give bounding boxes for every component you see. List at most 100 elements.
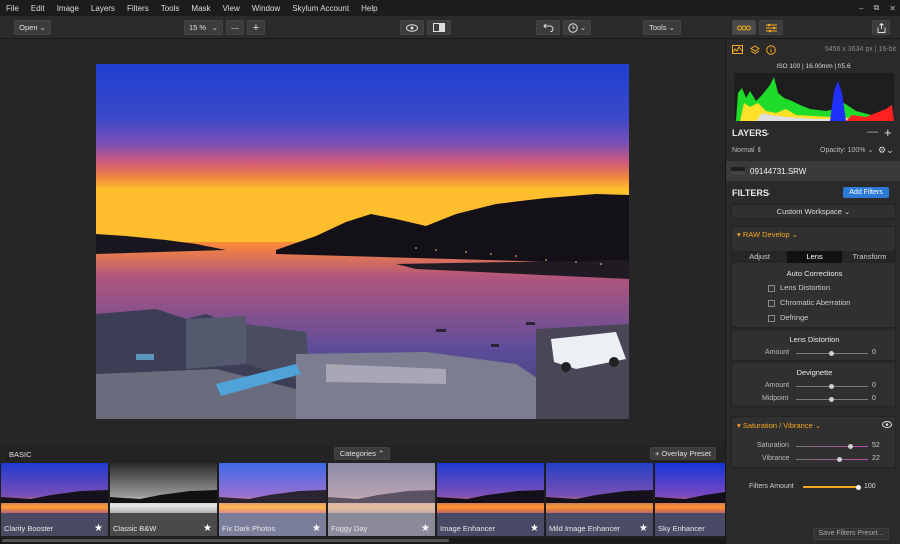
gear-icon[interactable]: ⚙⌄ xyxy=(878,145,894,156)
saturation-vibrance-header[interactable]: ▾ Saturation / Vibrance ⌄ xyxy=(737,421,821,430)
checkbox-icon[interactable] xyxy=(768,284,775,292)
slider-knob[interactable] xyxy=(829,397,834,402)
vibrance-slider[interactable] xyxy=(796,459,868,460)
preset-scrollbar[interactable] xyxy=(0,538,725,544)
saturation-slider[interactable] xyxy=(796,446,868,447)
menu-skylum-account[interactable]: Skylum Account xyxy=(286,4,355,13)
menu-image[interactable]: Image xyxy=(51,4,85,13)
chevron-down-icon[interactable]: ⌄ xyxy=(765,188,772,197)
chevron-up-icon: ⌃ xyxy=(377,449,385,458)
chevron-down-icon[interactable]: ⌄ xyxy=(764,128,771,137)
raw-develop-header[interactable]: ▾ RAW Develop ⌄ xyxy=(737,230,798,239)
zoom-value: 15 % xyxy=(189,23,207,32)
star-icon[interactable]: ★ xyxy=(312,523,321,534)
star-icon[interactable]: ★ xyxy=(421,523,430,534)
menu-window[interactable]: Window xyxy=(246,4,286,13)
menu-tools[interactable]: Tools xyxy=(155,4,186,13)
chevron-down-icon: ⌄ xyxy=(579,23,587,32)
tools-button[interactable]: Tools ⌄ xyxy=(643,20,681,35)
tab-adjust[interactable]: Adjust xyxy=(732,251,787,263)
slider-knob[interactable] xyxy=(837,457,843,462)
overlay-preset-button[interactable]: + Overlay Preset xyxy=(650,447,716,460)
info-icon[interactable] xyxy=(766,45,776,55)
slider-knob[interactable] xyxy=(829,351,834,356)
blend-mode-select[interactable]: Normal ⇕ xyxy=(732,146,762,154)
restore-icon[interactable]: ⧉ xyxy=(874,3,880,13)
sunset-harbor-photo xyxy=(96,64,629,419)
layers-stack-icon[interactable] xyxy=(750,45,760,55)
presets-panel-button[interactable] xyxy=(732,20,756,35)
histogram-icon[interactable] xyxy=(732,45,743,54)
opacity-value: Opacity: 100% xyxy=(820,147,866,154)
preview-eye-button[interactable] xyxy=(400,20,424,35)
menu-filters[interactable]: Filters xyxy=(121,4,155,13)
raw-develop-tabs: Adjust Lens Transform xyxy=(732,251,897,263)
edit-panel-button[interactable] xyxy=(759,20,783,35)
minimize-icon[interactable]: – xyxy=(859,4,863,13)
layer-item[interactable]: 09144731.SRW xyxy=(726,161,900,181)
image-canvas[interactable] xyxy=(0,40,725,444)
open-button[interactable]: Open ⌄ xyxy=(14,20,51,35)
layer-file-name: 09144731.SRW xyxy=(750,167,807,176)
saturation-label: Saturation xyxy=(757,442,789,449)
lens-distortion-checkbox[interactable]: Lens Distortion xyxy=(768,283,830,292)
history-button[interactable]: ⌄ xyxy=(563,20,591,35)
zoom-in-button[interactable]: + xyxy=(247,20,265,35)
undo-button[interactable] xyxy=(536,20,560,35)
slider-knob[interactable] xyxy=(829,384,834,389)
sliders-icon xyxy=(765,23,777,32)
menu-mask[interactable]: Mask xyxy=(185,4,216,13)
menu-layers[interactable]: Layers xyxy=(85,4,121,13)
tab-transform[interactable]: Transform xyxy=(842,251,897,263)
star-icon[interactable]: ★ xyxy=(203,523,212,534)
eye-icon xyxy=(406,23,418,32)
preset-label: Foggy Day xyxy=(331,524,368,533)
slider-knob[interactable] xyxy=(855,485,861,490)
close-icon[interactable]: ✕ xyxy=(889,4,896,13)
compare-button[interactable] xyxy=(427,20,451,35)
checkbox-icon[interactable] xyxy=(768,314,775,322)
tab-lens[interactable]: Lens xyxy=(787,251,842,263)
chromatic-aberration-checkbox[interactable]: Chromatic Aberration xyxy=(768,298,850,307)
menu-help[interactable]: Help xyxy=(355,4,383,13)
filters-amount-value: 100 xyxy=(864,483,876,490)
histogram-header: 5456 x 3634 px | 16-bit xyxy=(726,43,900,57)
menu-view[interactable]: View xyxy=(217,4,246,13)
star-icon[interactable]: ★ xyxy=(530,523,539,534)
star-icon[interactable]: ★ xyxy=(639,523,648,534)
menu-file[interactable]: File xyxy=(0,4,25,13)
workspace-select[interactable]: Custom Workspace ⌄ xyxy=(731,204,896,219)
zoom-select[interactable]: 15 % ⌄ xyxy=(184,20,223,35)
preset-sky-enhancer[interactable]: Sky Enhancer xyxy=(655,463,725,536)
share-icon xyxy=(877,22,885,33)
preset-clarity-booster[interactable]: Clarity Booster ★ xyxy=(1,463,108,536)
layers-title[interactable]: LAYERS xyxy=(732,128,768,138)
save-filters-preset-button[interactable]: Save Filters Preset... xyxy=(813,528,889,540)
preset-foggy-day[interactable]: Foggy Day ★ xyxy=(328,463,435,536)
devignette-section: Devignette Amount 0 Midpoint 0 xyxy=(731,362,896,407)
chevron-down-icon: ⌄ xyxy=(39,23,46,32)
layers-header: LAYERS ⌄ — + xyxy=(726,125,900,140)
menu-edit[interactable]: Edit xyxy=(25,4,51,13)
clock-icon xyxy=(568,22,578,33)
add-layer-icon[interactable]: + xyxy=(884,125,892,140)
filters-title[interactable]: FILTERS xyxy=(732,188,769,198)
checkbox-icon[interactable] xyxy=(768,299,775,307)
preset-mild-image-enhancer[interactable]: Mild Image Enhancer ★ xyxy=(546,463,653,536)
zoom-out-button[interactable]: — xyxy=(226,20,244,35)
remove-layer-icon[interactable]: — xyxy=(867,126,878,138)
preset-classic-bw[interactable]: Classic B&W ★ xyxy=(110,463,217,536)
preset-fix-dark-photos[interactable]: Fix Dark Photos ★ xyxy=(219,463,326,536)
opacity-select[interactable]: Opacity: 100% ⌄ xyxy=(820,146,873,154)
preset-image-enhancer[interactable]: Image Enhancer ★ xyxy=(437,463,544,536)
add-filters-button[interactable]: Add Filters xyxy=(843,187,889,198)
checkbox-label: Chromatic Aberration xyxy=(780,298,851,307)
slider-knob[interactable] xyxy=(848,444,854,449)
scrollbar-thumb[interactable] xyxy=(2,539,449,542)
categories-button[interactable]: Categories ⌃ xyxy=(334,447,390,460)
star-icon[interactable]: ★ xyxy=(94,523,103,534)
share-button[interactable] xyxy=(872,20,890,35)
preset-label: Mild Image Enhancer xyxy=(549,524,620,533)
defringe-checkbox[interactable]: Defringe xyxy=(768,313,808,322)
eye-icon[interactable] xyxy=(882,421,892,428)
